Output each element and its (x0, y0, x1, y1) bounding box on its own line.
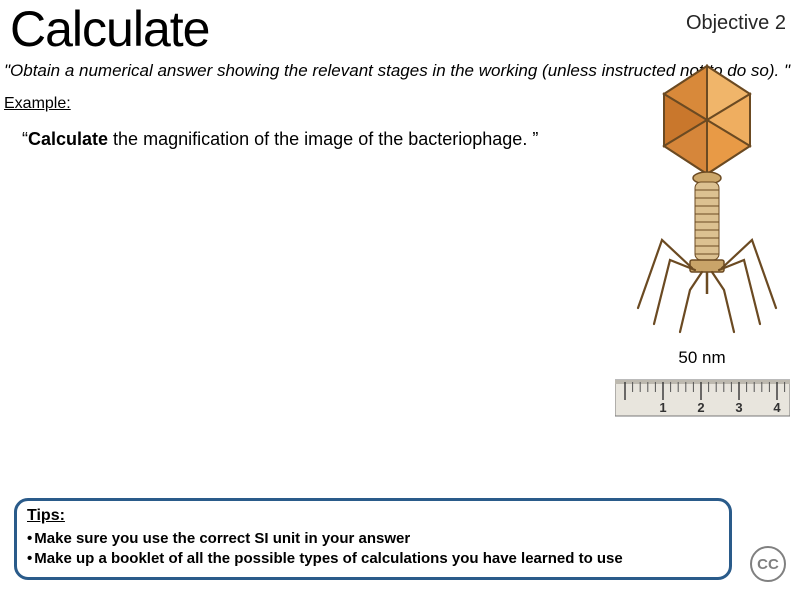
objective-label: Objective 2 (686, 12, 790, 35)
bullet-icon: • (27, 550, 32, 567)
tips-list: •Make sure you use the correct SI unit i… (27, 529, 719, 570)
tips-box: Tips: •Make sure you use the correct SI … (14, 498, 732, 581)
ruler-num-4: 4 (773, 400, 781, 415)
ruler-num-2: 2 (697, 400, 704, 415)
slide-header: Calculate Objective 2 (0, 0, 800, 58)
bacteriophage-figure (632, 60, 782, 345)
tips-item-2: •Make up a booklet of all the possible t… (27, 549, 719, 569)
tips-heading: Tips: (27, 507, 719, 525)
ruler-num-1: 1 (659, 400, 666, 415)
ruler-num-3: 3 (735, 400, 742, 415)
bullet-icon: • (27, 530, 32, 547)
example-keyword: Calculate (28, 129, 108, 149)
tips-item-1: •Make sure you use the correct SI unit i… (27, 529, 719, 549)
bacteriophage-icon (632, 60, 782, 340)
ruler-icon: 1 2 3 4 (615, 374, 790, 422)
scale-bar-label: 50 nm (652, 348, 752, 368)
cc-label: CC (757, 556, 779, 573)
example-rest: the magnification of the image of the ba… (108, 129, 538, 149)
page-title: Calculate (10, 0, 209, 58)
tips-item-1-text: Make sure you use the correct SI unit in… (34, 530, 410, 547)
tips-item-2-text: Make up a booklet of all the possible ty… (34, 550, 622, 567)
cc-license-badge: CC (750, 546, 786, 582)
ruler-figure: 1 2 3 4 (615, 374, 790, 427)
